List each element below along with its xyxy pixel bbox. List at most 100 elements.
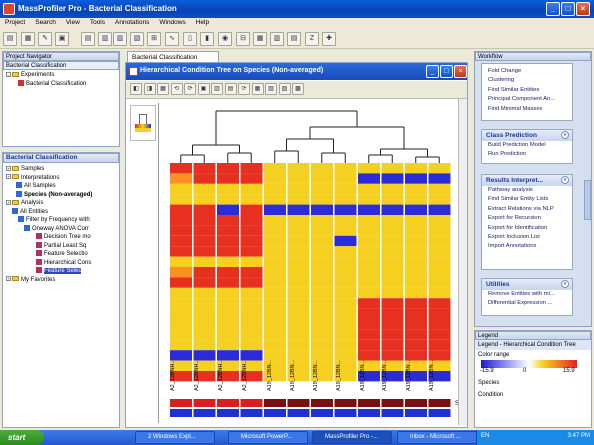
workflow-link[interactable]: Build Prediction Model [482, 141, 572, 150]
tree-experiment-item[interactable]: Bacterial Classification [6, 79, 119, 89]
class-prediction-header[interactable]: Class Prediction» [482, 130, 572, 141]
tree-item[interactable]: All Samples [6, 182, 119, 191]
heatmap-cell [405, 256, 427, 267]
toolbar-button-15[interactable]: ▦ [253, 32, 267, 46]
toolbar-button-14[interactable]: ⊟ [236, 32, 250, 46]
tree-item[interactable]: Filter by Frequency with [6, 216, 119, 225]
heatmap-cell [287, 163, 310, 174]
workflow-link[interactable]: Import Annotations [482, 242, 572, 251]
heatmap-cell [358, 277, 380, 288]
toolbar-button-13[interactable]: ◉ [218, 32, 232, 46]
workflow-scrollbar[interactable] [584, 180, 591, 220]
tree-item[interactable]: Feature Selectio [6, 250, 119, 259]
workflow-link[interactable]: Differential Expression ... [482, 299, 572, 308]
tree-item[interactable]: Hierarchical Cons [6, 258, 119, 268]
toolbar-button-10[interactable]: ∿ [165, 32, 179, 46]
toolbar-button-1[interactable]: ▤ [3, 32, 17, 46]
toolbar-button-8[interactable]: ▧ [130, 32, 144, 46]
column-label: A19_12BN... [429, 359, 435, 391]
toolbar-button-11[interactable]: ▯ [183, 32, 197, 46]
heatmap-cell [311, 256, 333, 267]
workflow-link[interactable]: Clustering [482, 76, 572, 85]
heatmap-cell [334, 225, 357, 236]
tree-item[interactable]: Decision Tree mo [6, 233, 119, 242]
workflow-link[interactable]: Find Similar Entity Lists [482, 195, 572, 204]
heatmap-cell [311, 183, 333, 195]
taskbar-task[interactable]: 2 Windows Expl... [135, 431, 215, 444]
heatmap-cell [428, 256, 451, 267]
species-bar-cell [381, 399, 404, 407]
heatmap-cell [264, 235, 286, 247]
taskbar-task[interactable]: MassProfiler Pro -... [312, 431, 392, 444]
heatmap-cell [311, 204, 333, 215]
heatmap-cell [405, 339, 427, 351]
hc-scrollbar[interactable] [458, 99, 467, 425]
tree-item[interactable]: Species (Non-averaged) [6, 190, 119, 200]
menu-help[interactable]: Help [191, 18, 214, 27]
toolbar-button-19[interactable]: ✚ [322, 32, 336, 46]
item-icon [12, 207, 18, 214]
toolbar-button-18[interactable]: Z [305, 32, 319, 46]
menu-project[interactable]: Project [0, 18, 30, 27]
tree-item[interactable]: All Entities [6, 207, 119, 217]
heatmap-cell [170, 277, 192, 288]
tree-experiments[interactable]: - Experiments [6, 71, 119, 80]
start-button[interactable]: start [0, 430, 44, 445]
workflow-link[interactable]: Find Minimal Masses [482, 105, 572, 114]
utilities-header[interactable]: Utilities» [482, 279, 572, 290]
menu-tools[interactable]: Tools [85, 18, 110, 27]
toolbar-button-5[interactable]: ▤ [81, 32, 95, 46]
tree-item[interactable]: Feature Selec [6, 267, 119, 276]
workflow-link[interactable]: Extract Relations via NLP [482, 205, 572, 214]
toolbar-button-9[interactable]: ⊞ [147, 32, 161, 46]
collapse-icon[interactable]: » [561, 280, 569, 288]
toolbar-button-7[interactable]: ▥ [113, 32, 127, 46]
toolbar-button-4[interactable]: ▣ [55, 32, 69, 46]
minimize-button[interactable]: _ [546, 2, 560, 16]
tree-item[interactable]: Oneway ANOVA Corr [6, 224, 119, 234]
column-label: A19_12BN... [382, 359, 388, 391]
menu-search[interactable]: Search [30, 18, 61, 27]
language-indicator[interactable]: EN [481, 433, 489, 439]
taskbar-task[interactable]: Inbox - Microsoft ... [397, 431, 477, 444]
heatmap-cell [311, 267, 333, 278]
workflow-link[interactable]: Export Inclusion List [482, 233, 572, 242]
workflow-link[interactable]: Pathway analysis [482, 186, 572, 195]
maximize-button[interactable]: □ [561, 2, 575, 16]
heatmap-cell [358, 225, 380, 236]
workflow-link[interactable]: Find Similar Entities [482, 86, 572, 95]
menu-windows[interactable]: Windows [154, 18, 190, 27]
item-icon [24, 224, 30, 231]
tree-item[interactable]: + Interpretations [6, 174, 119, 183]
toolbar-button-16[interactable]: ▥ [270, 32, 284, 46]
taskbar-task[interactable]: Microsoft PowerP... [228, 431, 308, 444]
heatmap-cell [170, 319, 192, 330]
collapse-icon[interactable]: » [561, 131, 569, 139]
workflow-link[interactable]: Export for Identification [482, 224, 572, 233]
heatmap-cell [358, 235, 380, 247]
results-header[interactable]: Results Interpret...» [482, 175, 572, 186]
tree-item[interactable]: Partial Least Sq [6, 241, 119, 251]
collapse-icon[interactable]: » [561, 176, 569, 184]
menu-annotations[interactable]: Annotations [110, 18, 154, 27]
heatmap-cell [381, 256, 404, 267]
workflow-link[interactable]: Remove Entities with mi... [482, 290, 572, 299]
toolbar-button-12[interactable]: ▮ [200, 32, 214, 46]
heatmap-cell [381, 183, 404, 195]
toolbar-button-6[interactable]: ▥ [98, 32, 112, 46]
workflow-link[interactable]: Principal Component An... [482, 95, 572, 104]
tab-bacterial-classification[interactable]: Bacterial Classification [127, 51, 219, 62]
condition-bar-cell [311, 409, 333, 417]
tree-item[interactable]: + Analysis [6, 199, 119, 208]
menu-view[interactable]: View [61, 18, 85, 27]
close-button[interactable]: × [576, 2, 590, 16]
workflow-link[interactable]: Export for Recursion [482, 214, 572, 223]
toolbar-button-17[interactable]: ▤ [287, 32, 301, 46]
tree-item[interactable]: + My Favorites [6, 276, 119, 285]
workflow-link[interactable]: Fold Change [482, 67, 572, 76]
tree-item[interactable]: + Samples [6, 165, 119, 174]
toolbar-button-2[interactable]: ▦ [21, 32, 35, 46]
toolbar-button-3[interactable]: ✎ [38, 32, 52, 46]
workflow-link[interactable]: Run Prediction [482, 150, 572, 159]
heatmap-cell [287, 183, 310, 195]
